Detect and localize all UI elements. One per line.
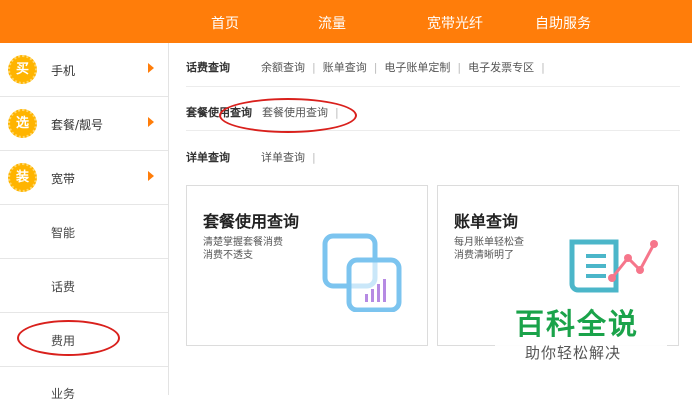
sidebar-item-bill[interactable]: 话费 — [0, 259, 168, 313]
card-title: 账单查询 — [454, 212, 519, 231]
nav-traffic[interactable]: 流量 — [318, 13, 346, 33]
install-badge-icon: 装 — [8, 163, 37, 192]
fee-query-row: 话费查询 余额查询 | 账单查询 | 电子账单定制 | 电子发票专区 | — [186, 61, 545, 74]
detail-query-link[interactable]: 详单查询 — [261, 151, 305, 164]
package-usage-card[interactable]: 套餐使用查询 清楚掌握套餐消费 消费不透支 — [186, 185, 428, 346]
sidebar-item-label: 话费 — [51, 280, 76, 294]
annotation-ellipse — [219, 98, 357, 133]
usage-chart-icon — [322, 233, 402, 312]
card-description: 清楚掌握套餐消费 消费不透支 — [203, 237, 283, 261]
chevron-right-icon — [148, 63, 154, 73]
sidebar-item-label: 宽带 — [51, 172, 76, 186]
watermark-subtitle: 助你轻松解决 — [525, 344, 622, 362]
sidebar-item-label: 智能 — [51, 226, 76, 240]
sidebar-item-plans[interactable]: 选 套餐/靓号 — [0, 97, 168, 151]
buy-badge-icon: 买 — [8, 55, 37, 84]
e-bill-custom-link[interactable]: 电子账单定制 — [384, 61, 450, 74]
watermark-title: 百科全说 — [515, 307, 640, 341]
divider — [186, 86, 680, 87]
sidebar-item-label: 业务 — [51, 387, 76, 401]
sidebar-item-smart[interactable]: 智能 — [0, 205, 168, 259]
nav-home[interactable]: 首页 — [211, 13, 239, 33]
sidebar-item-phone[interactable]: 买 手机 — [0, 43, 168, 97]
detail-query-row: 详单查询 详单查询 | — [186, 151, 316, 164]
bill-chart-icon — [569, 239, 658, 293]
annotation-ellipse — [17, 320, 120, 356]
chevron-right-icon — [148, 171, 154, 181]
nav-self-service[interactable]: 自助服务 — [535, 13, 591, 33]
sidebar-item-label: 手机 — [51, 64, 76, 78]
bill-query-link[interactable]: 账单查询 — [323, 61, 367, 74]
row-label: 详单查询 — [186, 151, 230, 164]
card-title: 套餐使用查询 — [203, 212, 300, 231]
sidebar-item-label: 套餐/靓号 — [51, 118, 104, 132]
card-description: 每月账单轻松查 消费清晰明了 — [454, 237, 524, 261]
chevron-right-icon — [148, 117, 154, 127]
sidebar-item-business[interactable]: 业务 — [0, 367, 168, 420]
e-invoice-link[interactable]: 电子发票专区 — [468, 61, 534, 74]
balance-query-link[interactable]: 余额查询 — [261, 61, 305, 74]
select-badge-icon: 选 — [8, 109, 37, 138]
row-label: 话费查询 — [186, 61, 230, 74]
nav-broadband[interactable]: 宽带光纤 — [427, 13, 483, 33]
sidebar-item-broadband[interactable]: 装 宽带 — [0, 151, 168, 205]
